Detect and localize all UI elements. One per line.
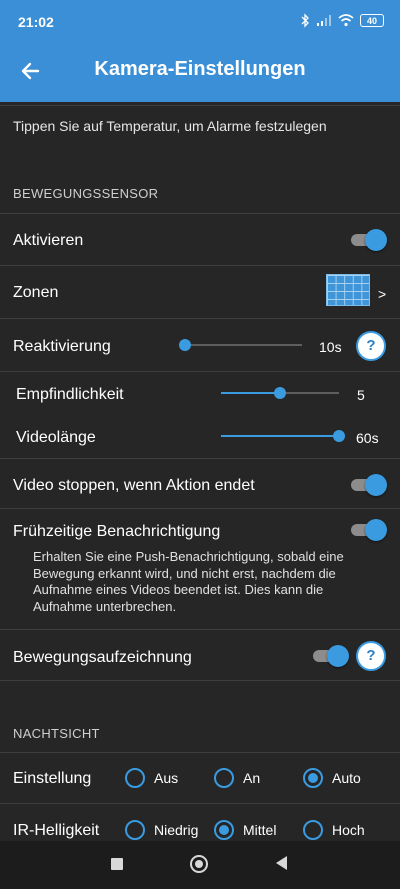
divider [0, 458, 400, 459]
video-length-value: 60s [356, 430, 379, 446]
chevron-right-icon: > [378, 286, 387, 302]
activate-toggle[interactable] [349, 229, 387, 251]
divider [0, 213, 400, 214]
settings-list[interactable]: Tippen Sie auf Temperatur, um Alarme fes… [0, 102, 400, 841]
reactivation-value: 10s [319, 339, 342, 355]
radio-low-label: Niedrig [154, 822, 199, 838]
app-bar: Kamera-Einstellungen [0, 44, 400, 102]
sensitivity-slider[interactable] [221, 386, 339, 400]
divider [0, 265, 400, 266]
divider [0, 629, 400, 630]
slider-thumb[interactable] [274, 387, 286, 399]
divider [0, 752, 400, 753]
radio-off[interactable]: Aus [125, 768, 178, 788]
status-bar: 21:02 40 [0, 0, 400, 44]
temperature-hint[interactable]: Tippen Sie auf Temperatur, um Alarme fes… [13, 118, 327, 134]
stop-video-toggle[interactable] [349, 474, 387, 496]
divider [0, 803, 400, 804]
divider [0, 105, 400, 106]
early-notification-label: Frühzeitige Benachrichtigung [13, 523, 221, 540]
radio-medium[interactable]: Mittel [214, 820, 276, 840]
battery-icon: 40 [360, 14, 384, 27]
video-length-slider[interactable] [221, 429, 345, 443]
wifi-icon [338, 14, 354, 27]
night-setting-label: Einstellung [13, 770, 92, 787]
radio-low[interactable]: Niedrig [125, 820, 198, 840]
slider-thumb[interactable] [333, 430, 345, 442]
slider-thumb[interactable] [179, 339, 191, 351]
motion-recording-toggle[interactable] [311, 645, 349, 667]
divider [0, 508, 400, 509]
page-title: Kamera-Einstellungen [94, 58, 306, 80]
radio-high[interactable]: Hoch [303, 820, 365, 840]
sensitivity-value: 5 [357, 387, 365, 403]
section-night-vision: NACHTSICHT [13, 726, 100, 741]
radio-on[interactable]: An [214, 768, 260, 788]
radio-medium-label: Mittel [243, 822, 277, 838]
stop-video-label: Video stoppen, wenn Aktion endet [13, 477, 255, 494]
signal-icon [317, 15, 331, 26]
recents-button[interactable] [111, 858, 123, 870]
status-icons: 40 [300, 13, 384, 28]
bluetooth-icon [301, 13, 309, 28]
status-time: 21:02 [18, 14, 54, 30]
reactivation-slider[interactable] [179, 338, 302, 352]
back-nav-button[interactable] [276, 856, 287, 870]
radio-high-label: Hoch [332, 822, 365, 838]
divider [0, 371, 400, 372]
sensitivity-label: Empfindlichkeit [16, 386, 124, 403]
activate-label: Aktivieren [13, 232, 84, 249]
early-notification-description: Erhalten Sie eine Push-Benachrichtigung,… [33, 549, 344, 614]
radio-off-label: Aus [154, 770, 179, 786]
zones-grid-icon[interactable] [326, 274, 370, 306]
reactivation-label: Reaktivierung [13, 338, 111, 355]
divider [0, 318, 400, 319]
zones-label: Zonen [13, 284, 59, 301]
motion-recording-help-button[interactable]: ? [356, 641, 386, 671]
section-motion-sensor: BEWEGUNGSSENSOR [13, 186, 159, 201]
home-button[interactable] [190, 855, 208, 873]
divider [0, 680, 400, 681]
early-notification-toggle[interactable] [349, 519, 387, 541]
video-length-label: Videolänge [16, 429, 96, 446]
reactivation-help-button[interactable]: ? [356, 331, 386, 361]
motion-recording-label: Bewegungsaufzeichnung [13, 649, 192, 666]
radio-auto-label: Auto [332, 770, 361, 786]
radio-on-label: An [243, 770, 261, 786]
radio-auto[interactable]: Auto [303, 768, 361, 788]
ir-brightness-label: IR-Helligkeit [13, 822, 100, 839]
system-nav-bar [0, 841, 400, 889]
